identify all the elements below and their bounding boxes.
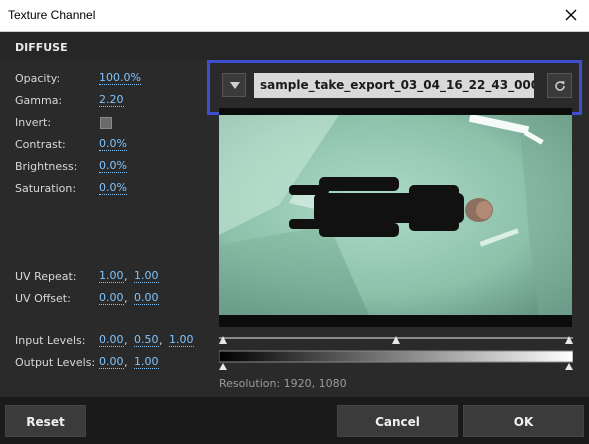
uv-offset-v-value[interactable]: 0.00 <box>134 292 159 305</box>
texture-preview-image <box>219 115 572 315</box>
brightness-label: Brightness: <box>15 160 78 173</box>
triangle-down-icon <box>230 82 240 89</box>
opacity-label: Opacity: <box>15 72 61 85</box>
input-low-handle <box>219 336 227 344</box>
output-levels-high-value[interactable]: 1.00 <box>134 356 159 369</box>
input-levels-separator-2: , <box>159 334 163 347</box>
input-mid-handle <box>392 336 400 344</box>
output-high-handle <box>565 363 573 370</box>
brightness-value[interactable]: 0.0% <box>99 160 127 173</box>
saturation-value[interactable]: 0.0% <box>99 182 127 195</box>
refresh-icon <box>555 81 565 91</box>
gamma-value[interactable]: 2.20 <box>99 94 124 107</box>
output-levels-slider[interactable] <box>219 349 573 371</box>
input-levels-low-value[interactable]: 0.00 <box>99 334 124 347</box>
invert-label: Invert: <box>15 116 52 129</box>
invert-checkbox[interactable] <box>100 117 112 129</box>
uv-repeat-v-value[interactable]: 1.00 <box>134 270 159 283</box>
input-levels-separator-1: , <box>124 334 128 347</box>
opacity-value[interactable]: 100.0% <box>99 72 141 85</box>
contrast-value[interactable]: 0.0% <box>99 138 127 151</box>
input-levels-mid-value[interactable]: 0.50 <box>134 334 159 347</box>
refresh-button[interactable] <box>547 73 572 98</box>
title-bar: Texture Channel <box>0 0 589 32</box>
resolution-label: Resolution: 1920, 1080 <box>219 377 347 390</box>
contrast-label: Contrast: <box>15 138 66 151</box>
output-levels-label: Output Levels: <box>15 356 96 369</box>
ok-button[interactable]: OK <box>463 405 584 437</box>
saturation-label: Saturation: <box>15 182 77 195</box>
uv-offset-u-value[interactable]: 0.00 <box>99 292 124 305</box>
close-icon <box>565 9 577 21</box>
uv-repeat-separator: , <box>124 270 128 283</box>
uv-offset-separator: , <box>124 292 128 305</box>
output-low-handle <box>219 363 227 370</box>
reset-button[interactable]: Reset <box>5 405 86 437</box>
output-levels-low-value[interactable]: 0.00 <box>99 356 124 369</box>
input-high-handle <box>565 336 573 344</box>
cancel-button[interactable]: Cancel <box>337 405 458 437</box>
uv-repeat-u-value[interactable]: 1.00 <box>99 270 124 283</box>
file-name-field[interactable]: sample_take_export_03_04_16_22_43_000001 <box>254 73 534 98</box>
output-levels-separator: , <box>124 356 128 369</box>
input-levels-slider[interactable] <box>219 334 573 346</box>
input-levels-high-value[interactable]: 1.00 <box>169 334 194 347</box>
gamma-label: Gamma: <box>15 94 63 107</box>
close-button[interactable] <box>561 5 581 25</box>
uv-offset-label: UV Offset: <box>15 292 71 305</box>
section-title: DIFFUSE <box>15 41 68 54</box>
uv-repeat-label: UV Repeat: <box>15 270 77 283</box>
section-header: DIFFUSE <box>0 32 589 60</box>
file-dropdown-button[interactable] <box>222 73 246 97</box>
input-levels-label: Input Levels: <box>15 334 86 347</box>
window-title: Texture Channel <box>8 8 96 22</box>
